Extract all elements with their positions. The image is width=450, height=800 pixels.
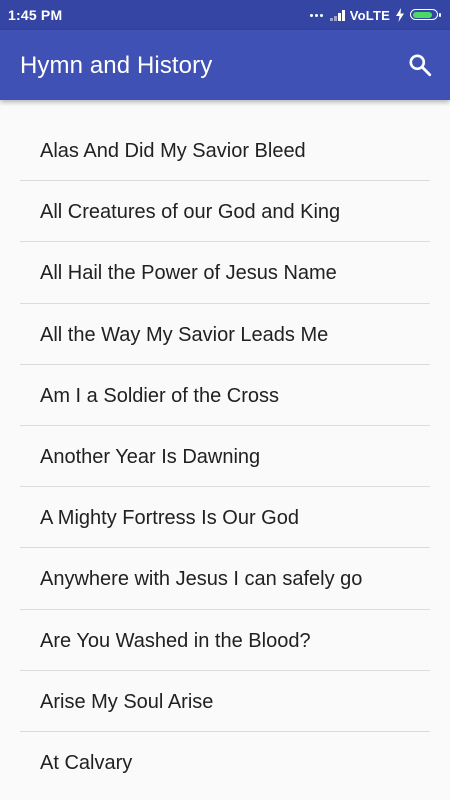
hymn-title: All the Way My Savior Leads Me xyxy=(40,323,329,346)
signal-strength-icon xyxy=(329,9,345,21)
status-time: 1:45 PM xyxy=(8,7,63,23)
hymn-title: Another Year Is Dawning xyxy=(40,445,261,468)
hymn-title: Alas And Did My Savior Bleed xyxy=(40,140,306,162)
hymn-title: Arise My Soul Arise xyxy=(40,690,214,713)
charging-bolt-icon xyxy=(396,8,404,22)
hymn-title: Am I a Soldier of the Cross xyxy=(40,384,279,407)
hymn-title: A Mighty Fortress Is Our God xyxy=(40,507,299,530)
hymn-title: All Creatures of our God and King xyxy=(40,201,341,224)
hymn-title: Anywhere with Jesus I can safely go xyxy=(40,568,363,591)
hymn-list-item[interactable]: Are You Washed in the Blood? xyxy=(20,610,430,671)
hymn-list-item[interactable]: Am I a Soldier of the Cross xyxy=(20,365,430,426)
hymn-list-item[interactable]: Anywhere with Jesus I can safely go xyxy=(20,548,430,610)
hymn-list-item[interactable]: All the Way My Savior Leads Me xyxy=(20,304,430,365)
status-icons: VoLTE xyxy=(309,6,442,24)
hymn-title: Are You Washed in the Blood? xyxy=(40,629,311,652)
hymn-title: All Hail the Power of Jesus Name xyxy=(40,262,337,285)
hymn-list-item[interactable]: Alas And Did My Savior Bleed xyxy=(20,120,430,182)
app-bar: Hymn and History xyxy=(0,30,450,100)
battery-level xyxy=(412,11,433,18)
more-notifications-icon xyxy=(309,13,323,17)
search-icon xyxy=(409,54,432,77)
search-button[interactable] xyxy=(402,47,438,83)
hymn-list-item[interactable]: Arise My Soul Arise xyxy=(20,671,430,732)
hymn-list-item[interactable]: All Creatures of our God and King xyxy=(20,181,430,243)
hymn-title: At Calvary xyxy=(40,751,133,774)
network-type-label: VoLTE xyxy=(349,7,390,23)
battery-icon xyxy=(410,8,442,22)
hymn-list-item[interactable]: A Mighty Fortress Is Our God xyxy=(20,487,430,549)
hymn-list-item[interactable]: Another Year Is Dawning xyxy=(20,426,430,488)
hymn-list: Alas And Did My Savior Bleed All Creature… xyxy=(0,120,450,793)
status-bar: 1:45 PM VoLTE xyxy=(0,0,450,30)
hymn-list-item[interactable]: At Calvary xyxy=(20,732,430,793)
hymn-list-item[interactable]: All Hail the Power of Jesus Name xyxy=(20,242,430,304)
page-title: Hymn and History xyxy=(20,52,213,79)
